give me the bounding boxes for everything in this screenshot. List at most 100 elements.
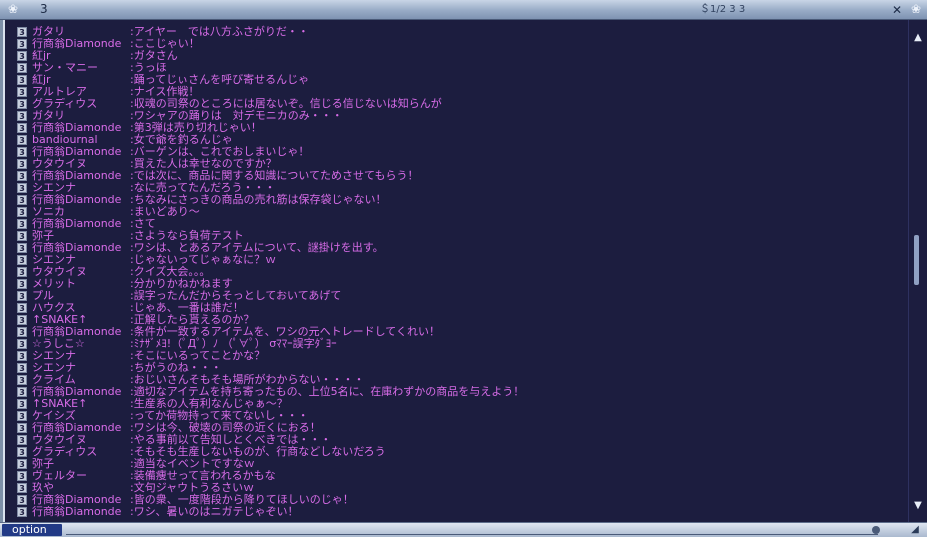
level-badge-icon: 3 — [17, 171, 27, 181]
level-badge-icon: 3 — [17, 423, 27, 433]
level-badge-icon: 3 — [17, 459, 27, 469]
level-badge-icon: 3 — [17, 279, 27, 289]
chat-speaker[interactable]: ヴェルター — [32, 470, 130, 482]
chat-speaker[interactable]: 行商翁Diamonde — [32, 494, 130, 506]
level-badge-icon: 3 — [17, 339, 27, 349]
chat-speaker[interactable]: 行商翁Diamonde — [32, 422, 130, 434]
chat-speaker[interactable]: 行商翁Diamonde — [32, 386, 130, 398]
chat-speaker[interactable]: プル — [32, 290, 130, 302]
level-badge-icon: 3 — [17, 375, 27, 385]
level-badge-icon: 3 — [17, 75, 27, 85]
level-badge-icon: 3 — [17, 51, 27, 61]
chat-speaker[interactable]: ガタリ — [32, 26, 130, 38]
level-badge-icon: 3 — [17, 363, 27, 373]
chat-speaker[interactable]: 行商翁Diamonde — [32, 122, 130, 134]
chat-speaker[interactable]: ウタウイヌ — [32, 158, 130, 170]
track-end-knob-icon[interactable] — [872, 526, 880, 534]
level-badge-icon: 3 — [17, 399, 27, 409]
chat-speaker[interactable]: シエンナ — [32, 350, 130, 362]
chat-speaker[interactable]: 玖や — [32, 482, 130, 494]
level-badge-icon: 3 — [17, 195, 27, 205]
level-badge-icon: 3 — [17, 303, 27, 313]
chat-speaker[interactable]: ウタウイヌ — [32, 266, 130, 278]
scroll-down-icon[interactable]: ▼ — [912, 500, 924, 512]
chat-speaker[interactable]: 行商翁Diamonde — [32, 506, 130, 518]
level-badge-icon: 3 — [17, 147, 27, 157]
chat-speaker[interactable]: グラディウス — [32, 98, 130, 110]
level-badge-icon: 3 — [17, 27, 27, 37]
chat-speaker[interactable]: bandiournal — [32, 134, 130, 146]
chat-speaker[interactable]: ↑SNAKE↑ — [32, 314, 130, 326]
chat-log[interactable]: 3 ガタリ:アイヤー では八方ふさがりだ・・ 3 行商翁Diamonde:ここじゃい！… — [3, 20, 908, 522]
level-badge-icon: 3 — [17, 39, 27, 49]
chat-speaker[interactable]: シエンナ — [32, 254, 130, 266]
level-badge-icon: 3 — [17, 99, 27, 109]
level-badge-icon: 3 — [17, 207, 27, 217]
chat-speaker[interactable]: グラディウス — [32, 446, 130, 458]
level-badge-icon: 3 — [17, 243, 27, 253]
level-badge-icon: 3 — [17, 87, 27, 97]
scroll-thumb[interactable] — [914, 235, 919, 285]
chat-speaker[interactable]: 行商翁Diamonde — [32, 194, 130, 206]
chat-speaker[interactable]: 行商翁Diamonde — [32, 146, 130, 158]
resize-grip-icon[interactable]: ◢ — [909, 524, 921, 536]
level-badge-icon: 3 — [17, 351, 27, 361]
level-badge-icon: 3 — [17, 159, 27, 169]
chat-speaker[interactable]: 行商翁Diamonde — [32, 170, 130, 182]
level-badge-icon: 3 — [17, 123, 27, 133]
level-badge-icon: 3 — [17, 387, 27, 397]
level-badge-icon: 3 — [17, 231, 27, 241]
chat-speaker[interactable]: シエンナ — [32, 182, 130, 194]
level-badge-icon: 3 — [17, 471, 27, 481]
title-status-text: ＄1/2 3 3 — [700, 4, 746, 15]
level-badge-icon: 3 — [17, 435, 27, 445]
chat-speaker[interactable]: 紅jr — [32, 50, 130, 62]
level-badge-icon: 3 — [17, 411, 27, 421]
corner-ornament-icon: ❀ — [910, 2, 922, 16]
level-badge-icon: 3 — [17, 111, 27, 121]
chat-speaker[interactable]: 行商翁Diamonde — [32, 38, 130, 50]
chat-speaker[interactable]: サン・マニー — [32, 62, 130, 74]
corner-ornament-icon: ❀ — [7, 2, 19, 16]
vertical-scrollbar[interactable]: ▲ ▼ — [908, 20, 927, 522]
level-badge-icon: 3 — [17, 495, 27, 505]
level-badge-icon: 3 — [17, 63, 27, 73]
chat-speaker[interactable]: ガタリ — [32, 110, 130, 122]
chat-speaker[interactable]: 行商翁Diamonde — [32, 326, 130, 338]
level-badge-icon: 3 — [17, 219, 27, 229]
bottom-bar: option ◢ — [0, 522, 927, 537]
chat-window: ❀ 3 ＄1/2 3 3 ✕ ❀ 3 ガタリ:アイヤー では八方ふさがりだ・・ 3 行… — [0, 0, 927, 537]
chat-speaker[interactable]: メリット — [32, 278, 130, 290]
chat-speaker[interactable]: シエンナ — [32, 362, 130, 374]
window-title: 3 — [40, 2, 48, 16]
chat-speaker[interactable]: 弥子 — [32, 458, 130, 470]
chat-speaker[interactable]: ケイシズ — [32, 410, 130, 422]
chat-speaker[interactable]: ウタウイヌ — [32, 434, 130, 446]
level-badge-icon: 3 — [17, 483, 27, 493]
chat-speaker[interactable]: ☆うしこ☆ — [32, 338, 130, 350]
level-badge-icon: 3 — [17, 183, 27, 193]
chat-speaker[interactable]: 紅jr — [32, 74, 130, 86]
title-bar[interactable]: ❀ 3 ＄1/2 3 3 ✕ ❀ — [0, 0, 927, 20]
level-badge-icon: 3 — [17, 327, 27, 337]
level-badge-icon: 3 — [17, 507, 27, 517]
chat-speaker[interactable]: 弥子 — [32, 230, 130, 242]
chat-speaker[interactable]: 行商翁Diamonde — [32, 218, 130, 230]
scroll-up-icon[interactable]: ▲ — [912, 32, 924, 44]
close-icon[interactable]: ✕ — [891, 4, 903, 16]
chat-speaker[interactable]: ↑SNAKE↑ — [32, 398, 130, 410]
horizontal-track[interactable] — [66, 526, 878, 535]
level-badge-icon: 3 — [17, 447, 27, 457]
chat-speaker[interactable]: ハウクス — [32, 302, 130, 314]
chat-speaker[interactable]: ソニカ — [32, 206, 130, 218]
level-badge-icon: 3 — [17, 267, 27, 277]
chat-speaker[interactable]: 行商翁Diamonde — [32, 242, 130, 254]
chat-speaker[interactable]: クライム — [32, 374, 130, 386]
level-badge-icon: 3 — [17, 291, 27, 301]
level-badge-icon: 3 — [17, 255, 27, 265]
chat-speaker[interactable]: アルトレア — [32, 86, 130, 98]
level-badge-icon: 3 — [17, 315, 27, 325]
level-badge-icon: 3 — [17, 135, 27, 145]
option-button[interactable]: option — [2, 524, 62, 536]
chat-message: :ワシ、暑いのはニガテじゃぞい！ — [130, 505, 299, 518]
